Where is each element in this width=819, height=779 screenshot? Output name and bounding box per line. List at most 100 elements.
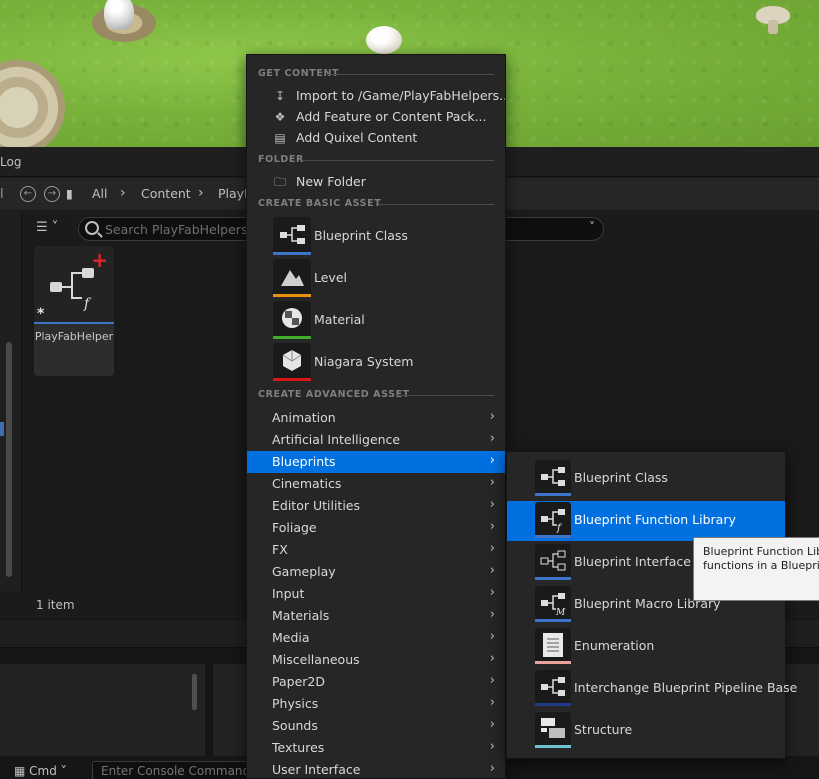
menu-item-label: Blueprints: [272, 454, 336, 469]
basic-asset-material[interactable]: Material: [247, 301, 505, 341]
create-structure[interactable]: Structure: [507, 711, 785, 751]
chevron-down-icon[interactable]: ˅: [589, 220, 595, 234]
scrollbar[interactable]: [192, 674, 197, 710]
cmd-label: Cmd: [29, 764, 57, 778]
menu-item-label: Cinematics: [272, 476, 342, 491]
menu-item-label: New Folder: [296, 174, 366, 189]
menu-item-label: Materials: [272, 608, 330, 623]
chevron-right-icon: ›: [489, 695, 495, 710]
function-library-icon: f: [535, 502, 571, 538]
menu-item-label: Blueprint Class: [314, 228, 408, 243]
submenu-paper2d[interactable]: Paper2D ›: [247, 671, 505, 693]
menu-item-label: Physics: [272, 696, 319, 711]
section-header: GET CONTENT: [258, 68, 495, 82]
submenu-editor-utilities[interactable]: Editor Utilities ›: [247, 495, 505, 517]
chevron-right-icon: ›: [489, 629, 495, 644]
menu-item-label: Enumeration: [574, 638, 655, 653]
create-interchange-blueprint-pipeline[interactable]: Interchange Blueprint Pipeline Base: [507, 669, 797, 709]
submenu-input[interactable]: Input ›: [247, 583, 505, 605]
forward-icon[interactable]: →: [44, 186, 60, 202]
menu-item-import[interactable]: ↧ Import to /Game/PlayFabHelpers...: [247, 86, 505, 107]
create-blueprint-function-library[interactable]: f Blueprint Function Library: [507, 501, 785, 541]
chevron-right-icon: ›: [489, 607, 495, 622]
separator: l: [0, 187, 4, 202]
menu-item-label: Input: [272, 586, 305, 601]
chevron-right-icon: ›: [489, 673, 495, 688]
submenu-physics[interactable]: Physics ›: [247, 693, 505, 715]
create-blueprint-class[interactable]: Blueprint Class: [507, 459, 785, 499]
selection-indicator: [0, 422, 4, 436]
breadcrumb-content[interactable]: Content: [141, 186, 191, 201]
search-icon: [85, 221, 99, 235]
chevron-right-icon: ›: [489, 475, 495, 490]
cmd-dropdown[interactable]: ▦ Cmd ˅: [14, 764, 67, 778]
chevron-right-icon: ›: [489, 519, 495, 534]
tree-stump: [0, 60, 65, 147]
level-icon: [273, 259, 311, 297]
menu-item-label: Material: [314, 312, 365, 327]
submenu-gameplay[interactable]: Gameplay ›: [247, 561, 505, 583]
section-header: CREATE ADVANCED ASSET: [258, 389, 494, 403]
chevron-right-icon[interactable]: ›: [120, 185, 126, 201]
tooltip-line: functions in a Blueprin: [703, 559, 819, 572]
basic-asset-blueprint-class[interactable]: Blueprint Class: [247, 217, 505, 257]
chevron-right-icon: ›: [489, 497, 495, 512]
submenu-sounds[interactable]: Sounds ›: [247, 715, 505, 737]
breadcrumb-all[interactable]: All: [92, 186, 108, 201]
mushroom-object: [756, 6, 790, 34]
chevron-right-icon: ›: [489, 409, 495, 424]
chevron-right-icon[interactable]: ›: [198, 185, 204, 201]
menu-item-label: User Interface: [272, 762, 361, 777]
submenu-cinematics[interactable]: Cinematics ›: [247, 473, 505, 495]
tooltip-line: Blueprint Function Lib: [703, 545, 819, 558]
menu-item-label: Niagara System: [314, 354, 414, 369]
basic-asset-niagara-system[interactable]: Niagara System: [247, 343, 505, 383]
submenu-foliage[interactable]: Foliage ›: [247, 517, 505, 539]
chevron-right-icon: ›: [489, 563, 495, 578]
tab-output-log[interactable]: Log: [0, 155, 21, 169]
menu-item-label: Structure: [574, 722, 633, 737]
menu-item-label: Add Feature or Content Pack...: [296, 109, 487, 124]
folder-icon[interactable]: ▮: [66, 186, 73, 201]
menu-item-label: Media: [272, 630, 310, 645]
submenu-animation[interactable]: Animation ›: [247, 407, 505, 429]
menu-item-label: Paper2D: [272, 674, 325, 689]
import-icon: ↧: [274, 89, 286, 103]
basic-asset-level[interactable]: Level: [247, 259, 505, 299]
submenu-user-interface[interactable]: User Interface ›: [247, 759, 505, 778]
unsaved-star-icon: *: [37, 306, 45, 322]
submenu-textures[interactable]: Textures ›: [247, 737, 505, 759]
scrollbar[interactable]: [6, 342, 12, 577]
svg-text:f: f: [556, 523, 563, 534]
chevron-right-icon: ›: [489, 761, 495, 776]
chevron-right-icon: ›: [489, 717, 495, 732]
chevron-right-icon: ›: [489, 431, 495, 446]
menu-item-label: Blueprint Class: [574, 470, 668, 485]
create-enumeration[interactable]: Enumeration: [507, 627, 785, 667]
tooltip: Blueprint Function Lib functions in a Bl…: [693, 537, 819, 601]
submenu-artificial-intelligence[interactable]: Artificial Intelligence ›: [247, 429, 505, 451]
submenu-blueprints[interactable]: Blueprints ›: [247, 451, 505, 473]
blueprints-submenu: Blueprint Class f Blueprint Function Lib…: [506, 451, 797, 759]
menu-item-label: Blueprint Function Library: [574, 512, 736, 527]
submenu-fx[interactable]: FX ›: [247, 539, 505, 561]
chevron-right-icon: ›: [489, 585, 495, 600]
submenu-miscellaneous[interactable]: Miscellaneous ›: [247, 649, 505, 671]
light-bulb-icon[interactable]: [104, 0, 134, 30]
menu-item-new-folder[interactable]: 🗀 New Folder: [247, 172, 505, 193]
svg-text:M: M: [555, 608, 566, 618]
back-icon[interactable]: ←: [20, 186, 36, 202]
new-folder-icon: 🗀: [273, 175, 286, 189]
submenu-materials[interactable]: Materials ›: [247, 605, 505, 627]
menu-item-label: Level: [314, 270, 347, 285]
menu-item-label: Animation: [272, 410, 336, 425]
submenu-media[interactable]: Media ›: [247, 627, 505, 649]
menu-item-label: Artificial Intelligence: [272, 432, 401, 447]
blueprint-interface-icon: [535, 544, 571, 580]
filter-button[interactable]: ☰ ˅: [36, 220, 70, 238]
feature-pack-icon: ❖: [274, 110, 286, 124]
asset-tile[interactable]: f + * PlayFabHelper: [34, 246, 114, 376]
chevron-right-icon: ›: [489, 651, 495, 666]
menu-item-quixel[interactable]: ▤ Add Quixel Content: [247, 128, 505, 149]
menu-item-add-feature[interactable]: ❖ Add Feature or Content Pack...: [247, 107, 505, 128]
